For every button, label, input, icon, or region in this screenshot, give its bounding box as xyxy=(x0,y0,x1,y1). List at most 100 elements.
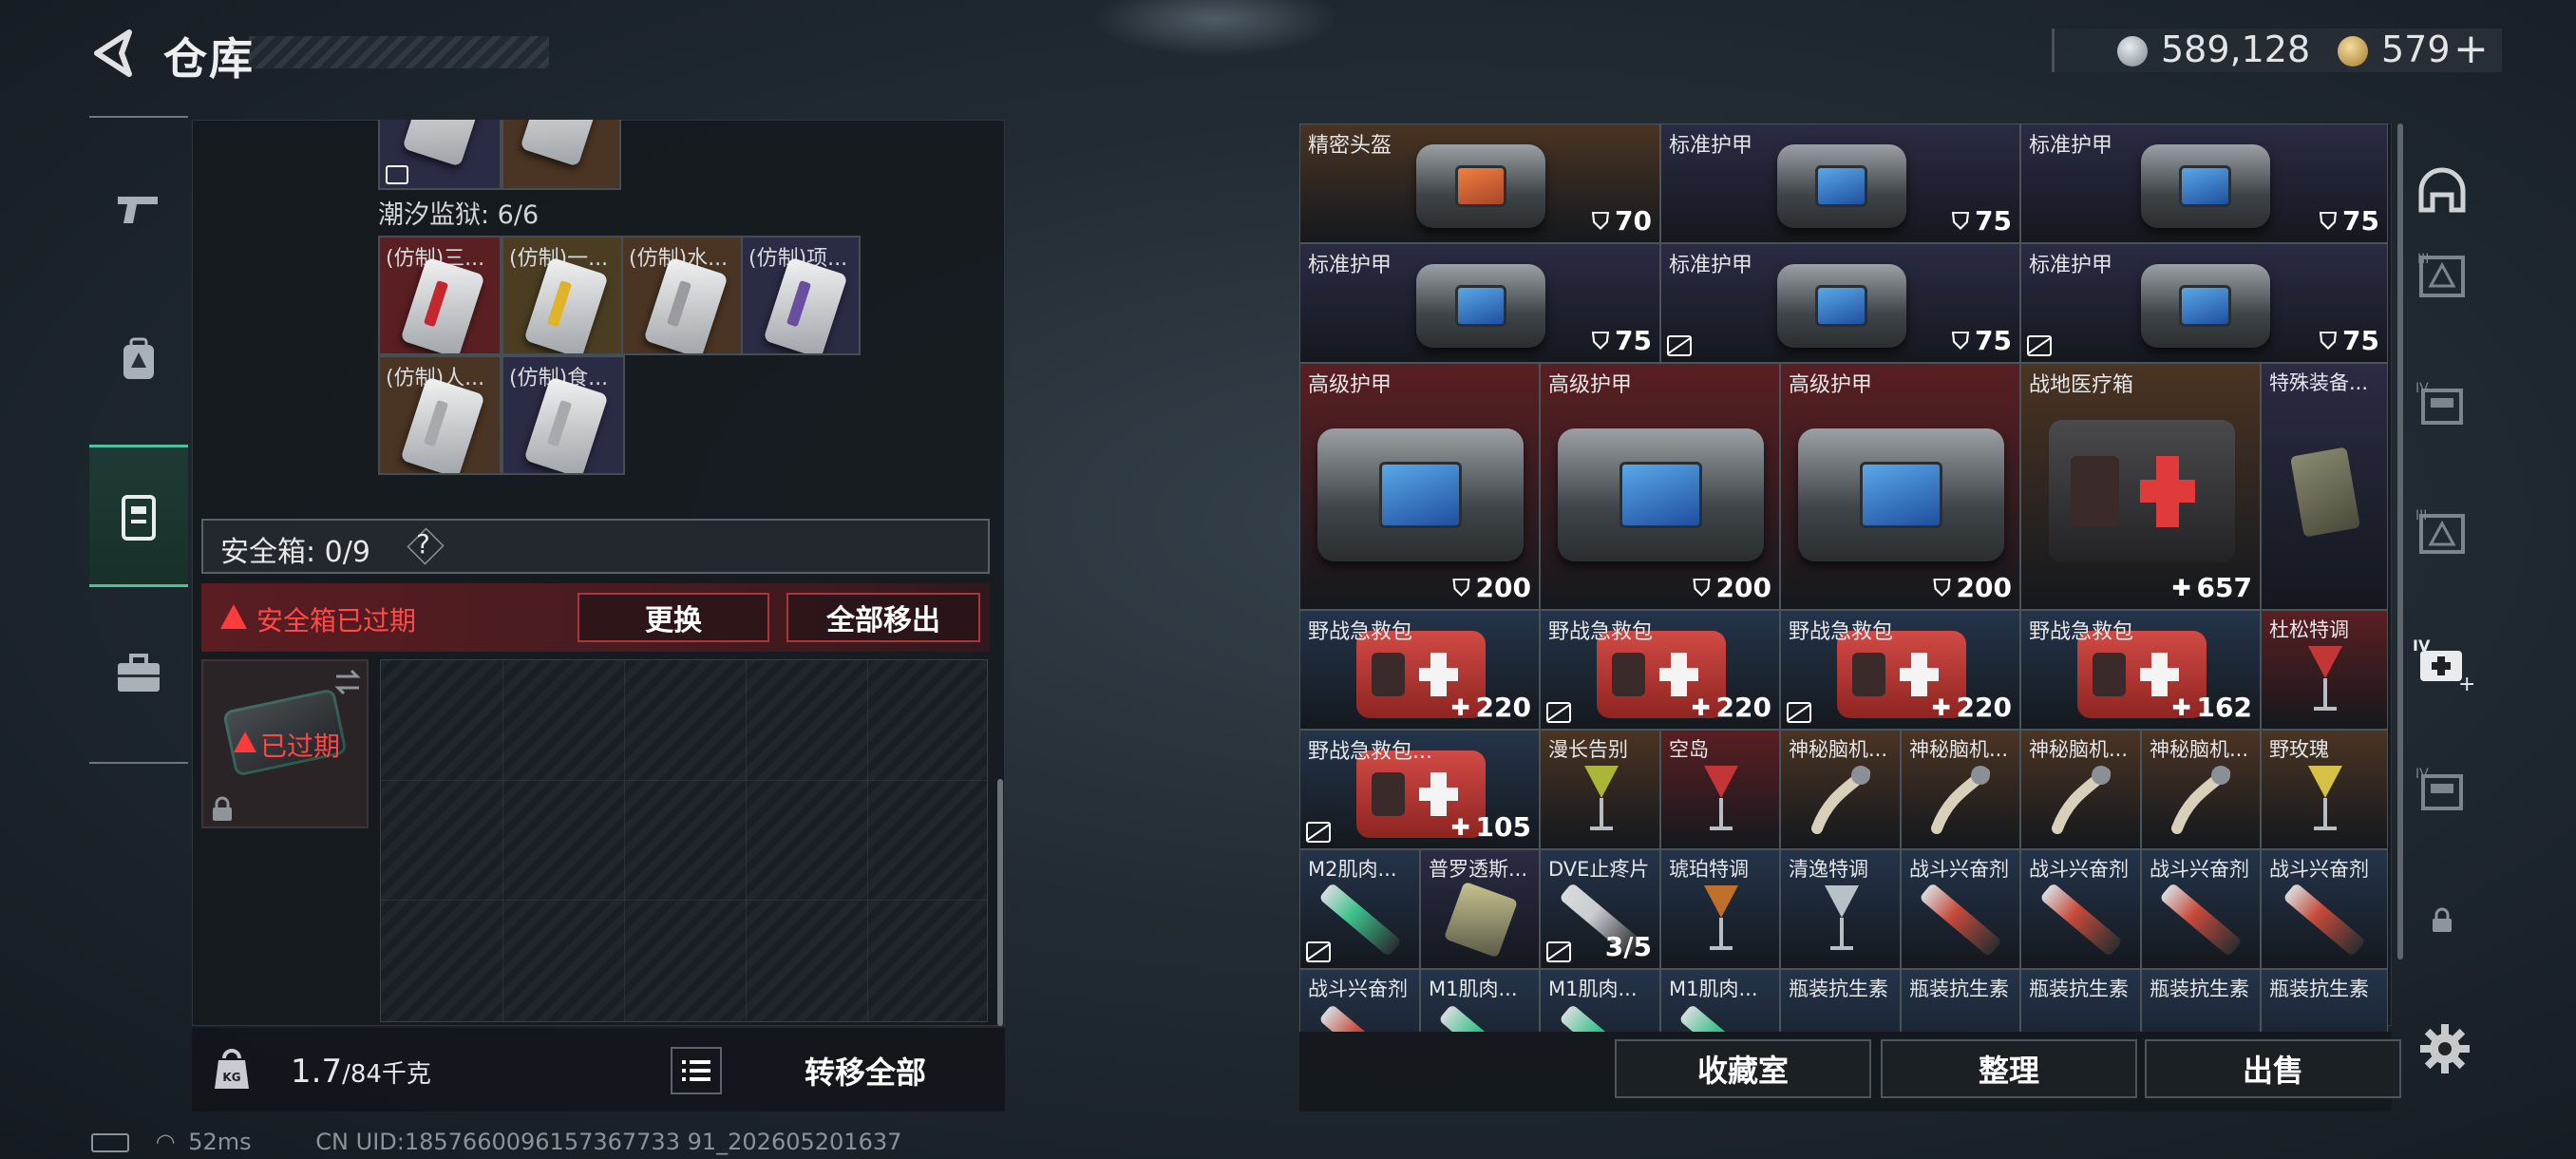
sell-button[interactable]: 出售 xyxy=(2145,1039,2401,1098)
storage-item[interactable]: M2肌肉... xyxy=(1299,849,1420,969)
shield-icon: ⛉ xyxy=(1452,574,1470,601)
item-cell[interactable] xyxy=(378,120,502,190)
item-name: 标准护甲 xyxy=(1669,254,1753,277)
storage-item[interactable]: 神秘脑机... xyxy=(2141,730,2261,849)
nav-backpack[interactable] xyxy=(89,289,188,431)
storage-item[interactable]: 标准护甲 ⛉ 75 xyxy=(1660,243,2020,363)
storage-item[interactable]: 战斗兴奋剂 xyxy=(2141,849,2261,969)
status-bar: ◠ 52ms CN UID:1857660096157367733 91_202… xyxy=(91,1129,901,1155)
weight-value: 1.7 xyxy=(291,1053,343,1091)
nav-toolbox[interactable] xyxy=(89,602,188,745)
storage-item[interactable]: 战斗兴奋剂 xyxy=(1901,849,2020,969)
imitation-item-cell[interactable]: (仿制)人... xyxy=(378,355,502,475)
storage-item[interactable]: 标准护甲 ⛉ 75 xyxy=(2020,243,2388,363)
gold-coin-icon xyxy=(2338,36,2368,66)
list-view-button[interactable] xyxy=(671,1047,722,1094)
move-all-out-button[interactable]: 全部移出 xyxy=(786,593,980,642)
armor-bag-icon xyxy=(2140,144,2270,228)
storage-item[interactable]: 琥珀特调 xyxy=(1660,849,1780,969)
storage-item[interactable]: 战斗兴奋剂 xyxy=(2261,849,2388,969)
help-button[interactable]: ? xyxy=(416,528,430,560)
imitation-item-cell[interactable]: (仿制)水... xyxy=(621,236,745,355)
medkit-large-icon xyxy=(2048,420,2235,562)
filter-helmet-tab[interactable] xyxy=(2409,158,2475,224)
safebox-grid[interactable] xyxy=(380,659,988,1022)
storage-item[interactable]: 特殊装备... xyxy=(2261,363,2388,610)
storage-item[interactable]: 野玫瑰 xyxy=(2261,730,2388,849)
filter-armor-tab[interactable]: III xyxy=(2409,243,2475,310)
storage-item[interactable]: 漫长告别 xyxy=(1540,730,1660,849)
storage-item[interactable]: 普罗透斯... xyxy=(1420,849,1540,969)
settings-gear-icon[interactable] xyxy=(2418,1022,2472,1075)
silver-coin-icon xyxy=(2117,36,2148,66)
storage-item[interactable]: 瓶装抗生素 xyxy=(2020,969,2141,1032)
storage-item[interactable]: 高级护甲 ⛉ 200 xyxy=(1540,363,1780,610)
storage-item[interactable]: 野战急救包... ✚ 105 xyxy=(1299,730,1540,849)
expired-notice: 安全箱已过期 xyxy=(256,605,417,636)
weight-icon: KG xyxy=(215,1049,249,1089)
storage-item[interactable]: 神秘脑机... xyxy=(1901,730,2020,849)
storage-item[interactable]: 战斗兴奋剂 xyxy=(2020,849,2141,969)
storage-item[interactable]: 空岛 xyxy=(1660,730,1780,849)
storage-item[interactable]: 瓶装抗生素 xyxy=(1780,969,1901,1032)
storage-item[interactable]: M1肌肉... xyxy=(1540,969,1660,1032)
nav-weapons[interactable] xyxy=(89,137,188,279)
brain-chip-icon xyxy=(2050,760,2114,836)
add-currency-button[interactable]: + xyxy=(2453,25,2489,73)
storage-item[interactable]: 神秘脑机... xyxy=(2020,730,2141,849)
back-button[interactable] xyxy=(87,27,137,80)
modified-icon xyxy=(1546,941,1571,962)
storage-item[interactable]: 杜松特调 xyxy=(2261,610,2388,730)
storage-item[interactable]: 高级护甲 ⛉ 200 xyxy=(1299,363,1540,610)
transfer-all-button[interactable]: 转移全部 xyxy=(737,1045,994,1096)
item-cell[interactable] xyxy=(502,120,621,190)
storage-item[interactable]: DVE止疼片 3/5 xyxy=(1540,849,1660,969)
storage-item[interactable]: 野战急救包 ✚ 220 xyxy=(1540,610,1780,730)
filter-container-tab[interactable]: IV xyxy=(2409,372,2475,439)
storage-item[interactable]: 瓶装抗生素 xyxy=(2141,969,2261,1032)
storage-item[interactable]: 瓶装抗生素 xyxy=(2261,969,2388,1032)
item-name: 特殊装备... xyxy=(2269,371,2369,394)
heal-plus-icon: ✚ xyxy=(2171,574,2191,601)
storage-item[interactable]: 瓶装抗生素 xyxy=(1901,969,2020,1032)
backpack-scrollbar[interactable] xyxy=(997,779,1003,1026)
heal-plus-icon: ✚ xyxy=(1931,694,1951,721)
storage-item[interactable]: 战地医疗箱 ✚ 657 xyxy=(2020,363,2261,610)
filter-locked-tab[interactable] xyxy=(2409,887,2475,954)
imitation-item-cell[interactable]: (仿制)项... xyxy=(741,236,861,355)
collection-room-button[interactable]: 收藏室 xyxy=(1615,1039,1871,1098)
storage-item[interactable]: 清逸特调 xyxy=(1780,849,1901,969)
filter-armor-iii-tab[interactable]: III xyxy=(2409,500,2475,566)
imitation-item-cell[interactable]: (仿制)三... xyxy=(378,236,502,355)
storage-item[interactable]: M1肌肉... xyxy=(1420,969,1540,1032)
armor-bag-large-icon xyxy=(1797,428,2005,561)
storage-item[interactable]: 标准护甲 ⛉ 75 xyxy=(1660,124,2020,243)
storage-item[interactable]: 标准护甲 ⛉ 75 xyxy=(1299,243,1660,363)
imitation-item-cell[interactable]: (仿制)食... xyxy=(502,355,625,475)
storage-item[interactable]: 神秘脑机... xyxy=(1780,730,1901,849)
replace-button[interactable]: 更换 xyxy=(578,593,769,642)
storage-item[interactable]: M1肌肉... xyxy=(1660,969,1780,1032)
back-arrow-icon xyxy=(94,29,132,77)
imitation-item-cell[interactable]: (仿制)一... xyxy=(502,236,625,355)
storage-item[interactable]: 标准护甲 ⛉ 75 xyxy=(2020,124,2388,243)
storage-item[interactable]: 野战急救包 ✚ 220 xyxy=(1299,610,1540,730)
filter-container-iv-tab[interactable]: IV xyxy=(2409,758,2475,825)
item-name: 清逸特调 xyxy=(1789,858,1868,881)
storage-item[interactable]: 野战急救包 ✚ 220 xyxy=(1780,610,2020,730)
toolbox-icon xyxy=(118,654,160,692)
storage-item[interactable]: 精密头盔 ⛉ 70 xyxy=(1299,124,1660,243)
item-durability: ⛉ 75 xyxy=(1592,325,1652,356)
filter-medical-tab[interactable]: IV + xyxy=(2409,631,2475,697)
item-name: M1肌肉... xyxy=(1548,978,1638,1000)
organize-button[interactable]: 整理 xyxy=(1881,1039,2137,1098)
item-name: 瓶装抗生素 xyxy=(2150,978,2249,1000)
nav-storage[interactable] xyxy=(89,445,188,587)
brain-chip-icon xyxy=(1809,760,1874,836)
storage-item[interactable]: 野战急救包 ✚ 162 xyxy=(2020,610,2261,730)
storage-item[interactable]: 战斗兴奋剂 xyxy=(1299,969,1420,1032)
storage-scrollbar[interactable] xyxy=(2397,124,2403,960)
syringe-red-icon xyxy=(2282,882,2366,958)
durability-value: 200 xyxy=(1475,572,1531,603)
storage-item[interactable]: 高级护甲 ⛉ 200 xyxy=(1780,363,2020,610)
